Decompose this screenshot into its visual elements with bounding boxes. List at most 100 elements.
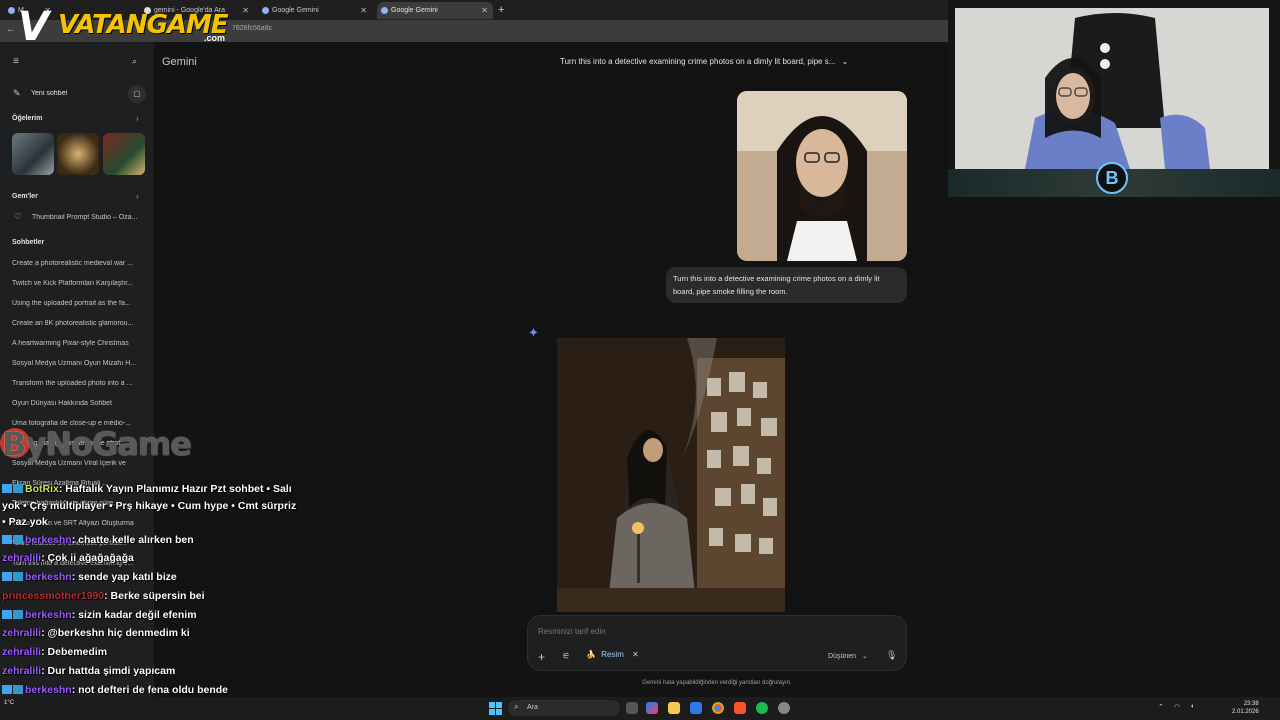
system-clock[interactable]: 23:38 2.01.2026 bbox=[1232, 700, 1259, 716]
windows-start-icon[interactable] bbox=[489, 702, 502, 715]
streamer-logo: B bbox=[1096, 162, 1128, 194]
conversation-title[interactable]: Turn this into a detective examining cri… bbox=[560, 57, 848, 66]
chat-text: : @berkeshn hiç denmedim ki bbox=[41, 627, 190, 640]
item-thumbnail[interactable] bbox=[57, 133, 99, 175]
task-view-icon[interactable] bbox=[626, 702, 638, 714]
prompt-input[interactable] bbox=[538, 624, 838, 638]
sidebar-chat-item[interactable]: Create an 8K photorealistic glamorou... bbox=[12, 320, 144, 327]
chevron-down-icon: ⌄ bbox=[861, 653, 868, 660]
search-icon[interactable]: ⌕ bbox=[132, 56, 137, 67]
chat-text: : Dur hattda şimdi yapıcam bbox=[41, 665, 176, 678]
chat-badge-icon bbox=[13, 572, 23, 582]
chat-username: zehralili bbox=[2, 627, 42, 640]
microphone-icon[interactable]: 🎙 bbox=[886, 650, 897, 661]
sidebar-chat-item[interactable]: Sosyal Medya Uzmanı Oyun Mizahı H... bbox=[12, 360, 144, 367]
settings-gear-icon[interactable] bbox=[778, 702, 790, 714]
chat-text: : Berke süpersin bei bbox=[104, 589, 205, 602]
weather-widget[interactable]: 1°C bbox=[4, 700, 14, 706]
chat-message: berkeshn: sizin kadar değil efenim bbox=[2, 606, 302, 625]
brave-icon[interactable] bbox=[734, 702, 746, 714]
add-icon[interactable]: + bbox=[538, 650, 545, 664]
sidebar-chat-item[interactable]: Oyun Dünyası Hakkında Sohbet bbox=[12, 400, 144, 407]
portrait-illustration bbox=[737, 91, 907, 261]
menu-icon[interactable]: ≡ bbox=[13, 56, 19, 67]
word-icon[interactable] bbox=[690, 702, 702, 714]
vatangame-logo: VATANGAME bbox=[58, 10, 229, 40]
chrome-icon[interactable] bbox=[712, 702, 724, 714]
chat-badge-icon bbox=[13, 484, 23, 493]
sidebar-chat-item[interactable]: Transform the uploaded photo into a ... bbox=[12, 380, 144, 387]
chevron-down-icon: ⌄ bbox=[841, 57, 849, 66]
gemini-sparkle-icon: ✦ bbox=[528, 325, 539, 340]
taskbar-search[interactable]: ⌕ Ara bbox=[508, 700, 620, 716]
generated-image[interactable] bbox=[557, 338, 785, 612]
gem-item[interactable]: Thumbnail Prompt Studio – Oza... bbox=[32, 214, 147, 221]
chat-message: zehralili: @berkeshn hiç denmedim ki bbox=[2, 624, 302, 643]
vatangame-logo-suffix: .com bbox=[204, 33, 226, 43]
chat-message: berkeshn: chatte kelle alırken ben bbox=[2, 531, 302, 550]
chat-username: BotRix bbox=[25, 483, 59, 495]
tab-label: Google Gemini bbox=[272, 7, 319, 14]
chats-header: Sohbetler bbox=[12, 239, 45, 246]
sidebar-chat-item[interactable]: A heartwarming Pixar-style Christmas bbox=[12, 340, 144, 347]
mode-label: Düşünen bbox=[828, 653, 857, 660]
streamer-illustration bbox=[955, 8, 1269, 169]
disclaimer-text: Gemini hata yapabildiğinden verdiği yanı… bbox=[642, 680, 792, 686]
url-text: 7826fc56a8c bbox=[232, 25, 273, 32]
back-arrow-icon[interactable]: ← bbox=[6, 24, 16, 35]
chip-close-icon[interactable]: ✕ bbox=[632, 650, 639, 659]
user-message-bubble: Turn this into a detective examining cri… bbox=[666, 267, 907, 303]
gemini-brand: Gemini bbox=[162, 56, 197, 68]
chat-message: zehralili: Debemedim bbox=[2, 643, 302, 662]
browser-tab-active[interactable]: Google Gemini ✕ bbox=[377, 2, 493, 19]
chat-username: berkeshn bbox=[25, 571, 72, 584]
spotify-icon[interactable] bbox=[756, 702, 768, 714]
mode-selector[interactable]: Düşünen ⌄ bbox=[828, 652, 868, 660]
file-explorer-icon[interactable] bbox=[668, 702, 680, 714]
weather-temp: 1°C bbox=[4, 700, 15, 706]
chat-message: princessmother1990: Berke süpersin bei bbox=[2, 587, 302, 606]
chat-username: berkeshn bbox=[25, 683, 72, 696]
chat-text: : Çok ii ağağağağa bbox=[41, 552, 134, 565]
chat-message: BotRix: Haftalık Yayın Planımız Hazır Pz… bbox=[2, 481, 302, 531]
tab-close-icon[interactable]: ✕ bbox=[360, 2, 367, 19]
chat-text: : chatte kelle alırken ben bbox=[71, 533, 194, 546]
sidebar-chat-item[interactable]: Twitch ve Kick Platformları Karşılaştır.… bbox=[12, 280, 144, 287]
detective-illustration bbox=[557, 338, 785, 612]
chevron-right-icon[interactable]: › bbox=[136, 114, 139, 123]
new-tab-icon[interactable]: + bbox=[498, 2, 504, 19]
my-items-header[interactable]: Öğelerim bbox=[12, 115, 42, 122]
chevron-right-icon[interactable]: › bbox=[136, 192, 139, 201]
taskbar bbox=[0, 697, 1280, 720]
gems-header[interactable]: Gem'ler bbox=[12, 193, 38, 200]
chat-badge-icon bbox=[13, 684, 23, 694]
banana-icon: 🍌 bbox=[586, 650, 596, 659]
windows-logo bbox=[489, 702, 502, 715]
tab-favicon-icon bbox=[8, 7, 15, 14]
chat-message: zehralili: Dur hattda şimdi yapıcam bbox=[2, 662, 302, 681]
gem-heart-icon: ♡ bbox=[14, 212, 22, 221]
user-uploaded-photo[interactable] bbox=[737, 91, 907, 261]
chat-username: zehralili bbox=[2, 646, 42, 659]
edit-icon: ✎ bbox=[13, 88, 21, 98]
chat-text: : sende yap katıl bize bbox=[71, 571, 177, 584]
tools-sliders-icon[interactable]: ⚟ bbox=[562, 651, 570, 662]
tab-close-icon[interactable]: ✕ bbox=[242, 2, 249, 19]
chat-username: berkeshn bbox=[25, 608, 72, 621]
prompt-box: + ⚟ 🍌 Resim ✕ Düşünen ⌄ 🎙 bbox=[527, 615, 907, 671]
temporary-chat-icon[interactable]: ▢ bbox=[128, 85, 146, 103]
image-tool-chip[interactable]: 🍌 Resim ✕ bbox=[586, 650, 639, 659]
tab-close-icon[interactable]: ✕ bbox=[481, 2, 488, 19]
wifi-icon[interactable]: ◠ bbox=[1174, 703, 1180, 711]
sidebar-chat-item[interactable]: Using the uploaded portrait as the fa... bbox=[12, 300, 144, 307]
taskbar-search-label: Ara bbox=[527, 704, 538, 711]
item-thumbnail[interactable] bbox=[103, 133, 145, 175]
tray-chevron-icon[interactable]: ⌃ bbox=[1158, 703, 1164, 711]
chat-message: berkeshn: sende yap katıl bize bbox=[2, 568, 302, 587]
browser-tab[interactable]: Google Gemini ✕ bbox=[258, 2, 372, 19]
copilot-icon[interactable] bbox=[646, 702, 658, 714]
sidebar-chat-item[interactable]: Create a photorealistic medieval war ... bbox=[12, 260, 144, 267]
new-chat-button[interactable]: Yeni sohbet bbox=[31, 90, 67, 97]
item-thumbnail[interactable] bbox=[12, 133, 54, 175]
volume-icon[interactable]: ◖ bbox=[1190, 703, 1194, 710]
